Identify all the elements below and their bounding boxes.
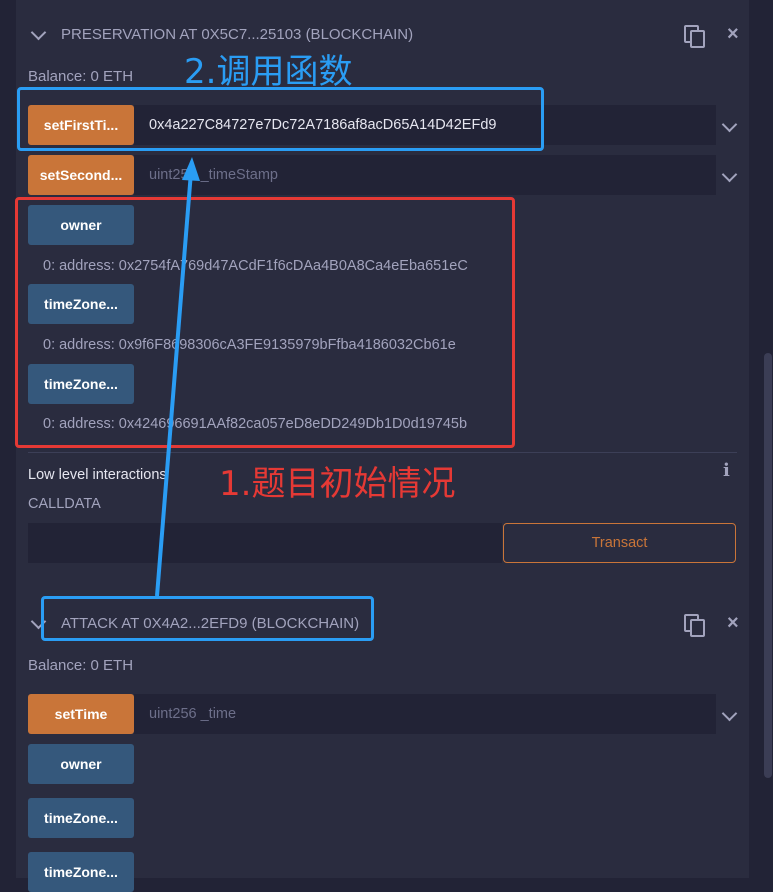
arrow-line [155,171,193,597]
annotation-arrow [155,157,200,597]
arrow-head [182,157,200,181]
